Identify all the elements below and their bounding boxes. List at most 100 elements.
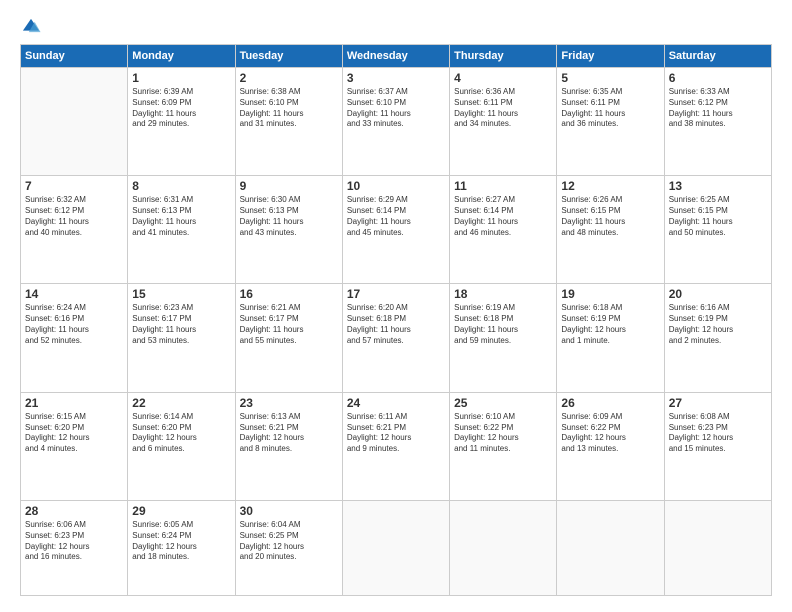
day-number: 16: [240, 287, 338, 301]
day-info: Sunrise: 6:31 AM Sunset: 6:13 PM Dayligh…: [132, 195, 230, 238]
day-number: 17: [347, 287, 445, 301]
day-of-week-header: Sunday: [21, 45, 128, 68]
day-info: Sunrise: 6:10 AM Sunset: 6:22 PM Dayligh…: [454, 412, 552, 455]
day-info: Sunrise: 6:36 AM Sunset: 6:11 PM Dayligh…: [454, 87, 552, 130]
day-info: Sunrise: 6:18 AM Sunset: 6:19 PM Dayligh…: [561, 303, 659, 346]
day-number: 5: [561, 71, 659, 85]
day-info: Sunrise: 6:35 AM Sunset: 6:11 PM Dayligh…: [561, 87, 659, 130]
day-info: Sunrise: 6:33 AM Sunset: 6:12 PM Dayligh…: [669, 87, 767, 130]
day-info: Sunrise: 6:04 AM Sunset: 6:25 PM Dayligh…: [240, 520, 338, 563]
day-number: 6: [669, 71, 767, 85]
day-info: Sunrise: 6:24 AM Sunset: 6:16 PM Dayligh…: [25, 303, 123, 346]
day-info: Sunrise: 6:08 AM Sunset: 6:23 PM Dayligh…: [669, 412, 767, 455]
calendar-cell: [664, 500, 771, 595]
calendar-cell: 13 Sunrise: 6:25 AM Sunset: 6:15 PM Dayli…: [664, 176, 771, 284]
page: SundayMondayTuesdayWednesdayThursdayFrid…: [0, 0, 792, 612]
calendar-cell: [342, 500, 449, 595]
calendar-cell: [557, 500, 664, 595]
day-number: 28: [25, 504, 123, 518]
day-number: 19: [561, 287, 659, 301]
day-number: 11: [454, 179, 552, 193]
day-number: 21: [25, 396, 123, 410]
calendar-cell: 15 Sunrise: 6:23 AM Sunset: 6:17 PM Dayli…: [128, 284, 235, 392]
day-number: 18: [454, 287, 552, 301]
day-of-week-header: Tuesday: [235, 45, 342, 68]
calendar-cell: 2 Sunrise: 6:38 AM Sunset: 6:10 PM Daylig…: [235, 68, 342, 176]
days-of-week-row: SundayMondayTuesdayWednesdayThursdayFrid…: [21, 45, 772, 68]
day-info: Sunrise: 6:25 AM Sunset: 6:15 PM Dayligh…: [669, 195, 767, 238]
day-number: 15: [132, 287, 230, 301]
day-info: Sunrise: 6:09 AM Sunset: 6:22 PM Dayligh…: [561, 412, 659, 455]
day-info: Sunrise: 6:26 AM Sunset: 6:15 PM Dayligh…: [561, 195, 659, 238]
day-number: 27: [669, 396, 767, 410]
calendar: SundayMondayTuesdayWednesdayThursdayFrid…: [20, 44, 772, 596]
day-number: 10: [347, 179, 445, 193]
day-number: 9: [240, 179, 338, 193]
calendar-cell: 26 Sunrise: 6:09 AM Sunset: 6:22 PM Dayli…: [557, 392, 664, 500]
calendar-week-row: 28Sunrise: 6:06 AM Sunset: 6:23 PM Dayli…: [21, 500, 772, 595]
calendar-cell: 29Sunrise: 6:05 AM Sunset: 6:24 PM Dayli…: [128, 500, 235, 595]
calendar-week-row: 21Sunrise: 6:15 AM Sunset: 6:20 PM Dayli…: [21, 392, 772, 500]
day-info: Sunrise: 6:29 AM Sunset: 6:14 PM Dayligh…: [347, 195, 445, 238]
day-info: Sunrise: 6:38 AM Sunset: 6:10 PM Dayligh…: [240, 87, 338, 130]
calendar-week-row: 1Sunrise: 6:39 AM Sunset: 6:09 PM Daylig…: [21, 68, 772, 176]
calendar-cell: 5 Sunrise: 6:35 AM Sunset: 6:11 PM Daylig…: [557, 68, 664, 176]
calendar-cell: 24Sunrise: 6:11 AM Sunset: 6:21 PM Dayli…: [342, 392, 449, 500]
calendar-cell: 8Sunrise: 6:31 AM Sunset: 6:13 PM Daylig…: [128, 176, 235, 284]
logo: [20, 16, 46, 38]
day-info: Sunrise: 6:13 AM Sunset: 6:21 PM Dayligh…: [240, 412, 338, 455]
day-info: Sunrise: 6:23 AM Sunset: 6:17 PM Dayligh…: [132, 303, 230, 346]
day-info: Sunrise: 6:19 AM Sunset: 6:18 PM Dayligh…: [454, 303, 552, 346]
calendar-cell: 19 Sunrise: 6:18 AM Sunset: 6:19 PM Dayli…: [557, 284, 664, 392]
calendar-cell: 17 Sunrise: 6:20 AM Sunset: 6:18 PM Dayli…: [342, 284, 449, 392]
day-number: 29: [132, 504, 230, 518]
calendar-cell: 18 Sunrise: 6:19 AM Sunset: 6:18 PM Dayli…: [450, 284, 557, 392]
calendar-cell: 10 Sunrise: 6:29 AM Sunset: 6:14 PM Dayli…: [342, 176, 449, 284]
day-info: Sunrise: 6:20 AM Sunset: 6:18 PM Dayligh…: [347, 303, 445, 346]
calendar-cell: 28Sunrise: 6:06 AM Sunset: 6:23 PM Dayli…: [21, 500, 128, 595]
calendar-week-row: 14 Sunrise: 6:24 AM Sunset: 6:16 PM Dayli…: [21, 284, 772, 392]
day-info: Sunrise: 6:27 AM Sunset: 6:14 PM Dayligh…: [454, 195, 552, 238]
day-number: 25: [454, 396, 552, 410]
day-number: 7: [25, 179, 123, 193]
calendar-cell: 14 Sunrise: 6:24 AM Sunset: 6:16 PM Dayli…: [21, 284, 128, 392]
day-number: 13: [669, 179, 767, 193]
logo-icon: [20, 16, 42, 38]
calendar-week-row: 7 Sunrise: 6:32 AM Sunset: 6:12 PM Daylig…: [21, 176, 772, 284]
day-info: Sunrise: 6:30 AM Sunset: 6:13 PM Dayligh…: [240, 195, 338, 238]
calendar-cell: [21, 68, 128, 176]
calendar-cell: 4Sunrise: 6:36 AM Sunset: 6:11 PM Daylig…: [450, 68, 557, 176]
calendar-cell: 7 Sunrise: 6:32 AM Sunset: 6:12 PM Daylig…: [21, 176, 128, 284]
calendar-cell: 30Sunrise: 6:04 AM Sunset: 6:25 PM Dayli…: [235, 500, 342, 595]
calendar-cell: 9 Sunrise: 6:30 AM Sunset: 6:13 PM Daylig…: [235, 176, 342, 284]
day-number: 26: [561, 396, 659, 410]
calendar-cell: 22Sunrise: 6:14 AM Sunset: 6:20 PM Dayli…: [128, 392, 235, 500]
calendar-cell: 3 Sunrise: 6:37 AM Sunset: 6:10 PM Daylig…: [342, 68, 449, 176]
header: [20, 16, 772, 38]
day-number: 20: [669, 287, 767, 301]
calendar-cell: 23 Sunrise: 6:13 AM Sunset: 6:21 PM Dayli…: [235, 392, 342, 500]
calendar-cell: 20 Sunrise: 6:16 AM Sunset: 6:19 PM Dayli…: [664, 284, 771, 392]
day-number: 14: [25, 287, 123, 301]
day-number: 22: [132, 396, 230, 410]
day-of-week-header: Friday: [557, 45, 664, 68]
day-of-week-header: Monday: [128, 45, 235, 68]
day-number: 23: [240, 396, 338, 410]
calendar-cell: 16 Sunrise: 6:21 AM Sunset: 6:17 PM Dayli…: [235, 284, 342, 392]
calendar-cell: 27 Sunrise: 6:08 AM Sunset: 6:23 PM Dayli…: [664, 392, 771, 500]
calendar-cell: 1Sunrise: 6:39 AM Sunset: 6:09 PM Daylig…: [128, 68, 235, 176]
calendar-cell: 11 Sunrise: 6:27 AM Sunset: 6:14 PM Dayli…: [450, 176, 557, 284]
day-info: Sunrise: 6:37 AM Sunset: 6:10 PM Dayligh…: [347, 87, 445, 130]
day-of-week-header: Saturday: [664, 45, 771, 68]
day-number: 3: [347, 71, 445, 85]
day-info: Sunrise: 6:21 AM Sunset: 6:17 PM Dayligh…: [240, 303, 338, 346]
calendar-cell: 12 Sunrise: 6:26 AM Sunset: 6:15 PM Dayli…: [557, 176, 664, 284]
day-number: 2: [240, 71, 338, 85]
day-number: 12: [561, 179, 659, 193]
day-info: Sunrise: 6:32 AM Sunset: 6:12 PM Dayligh…: [25, 195, 123, 238]
day-info: Sunrise: 6:16 AM Sunset: 6:19 PM Dayligh…: [669, 303, 767, 346]
calendar-header: SundayMondayTuesdayWednesdayThursdayFrid…: [21, 45, 772, 68]
calendar-cell: 21Sunrise: 6:15 AM Sunset: 6:20 PM Dayli…: [21, 392, 128, 500]
day-number: 1: [132, 71, 230, 85]
calendar-cell: [450, 500, 557, 595]
